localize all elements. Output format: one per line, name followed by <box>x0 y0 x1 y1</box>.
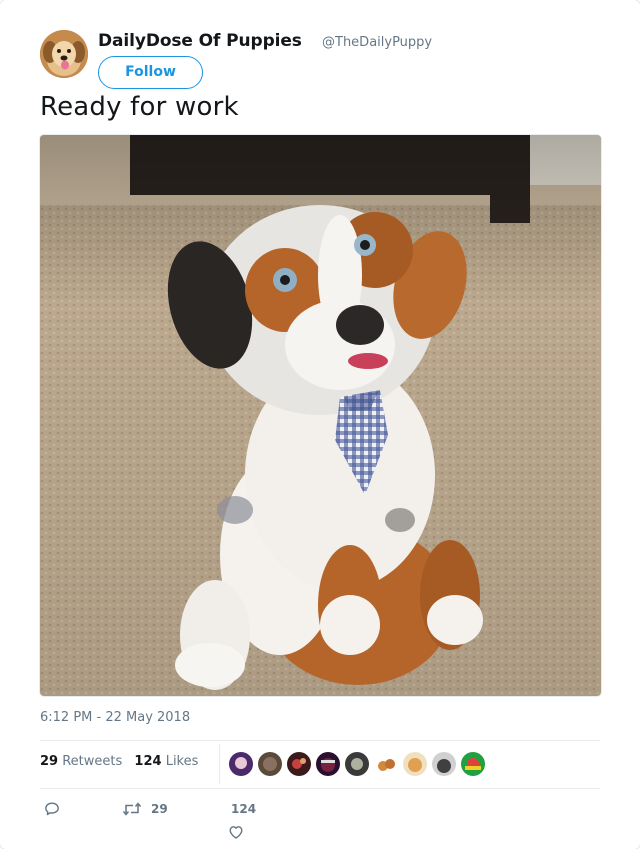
liker-avatar[interactable] <box>403 752 427 776</box>
retweets-stat[interactable]: 29 Retweets <box>40 754 122 769</box>
likes-stat-count: 124 <box>134 754 162 769</box>
liker-avatar[interactable] <box>432 752 456 776</box>
like-button[interactable] <box>228 824 244 840</box>
retweet-icon <box>122 802 142 816</box>
follow-button[interactable]: Follow <box>98 56 203 89</box>
liker-avatar[interactable] <box>345 752 369 776</box>
user-handle[interactable]: @TheDailyPuppy <box>322 35 432 50</box>
tweet-stats: 29 Retweets 124 Likes <box>40 754 206 769</box>
liker-avatar[interactable] <box>316 752 340 776</box>
divider <box>40 740 600 741</box>
tweet-text: Ready for work <box>40 92 239 122</box>
liker-avatar[interactable] <box>258 752 282 776</box>
retweets-stat-count: 29 <box>40 754 59 769</box>
retweet-count[interactable]: 29 <box>151 802 168 816</box>
divider <box>40 788 600 789</box>
liker-avatar[interactable] <box>229 752 253 776</box>
avatar[interactable] <box>40 30 88 78</box>
puppy-photo-image <box>40 135 601 696</box>
tweet-card: DailyDose Of Puppies @TheDailyPuppy Foll… <box>0 0 640 849</box>
retweet-button[interactable] <box>122 801 142 817</box>
liker-avatar[interactable] <box>287 752 311 776</box>
likes-stat[interactable]: 124 Likes <box>134 754 198 769</box>
stats-separator <box>219 744 220 784</box>
liker-avatar[interactable] <box>461 752 485 776</box>
puppy-avatar-image <box>40 30 88 78</box>
like-count[interactable]: 124 <box>231 802 256 816</box>
liker-avatar[interactable] <box>374 752 398 776</box>
tweet-timestamp[interactable]: 6:12 PM - 22 May 2018 <box>40 710 190 725</box>
retweets-stat-label: Retweets <box>62 754 123 769</box>
reply-button[interactable] <box>44 801 60 817</box>
display-name[interactable]: DailyDose Of Puppies <box>98 31 302 51</box>
reply-icon <box>45 802 59 816</box>
heart-icon <box>229 826 243 839</box>
tweet-photo[interactable] <box>40 135 601 696</box>
likes-stat-label: Likes <box>165 754 199 769</box>
